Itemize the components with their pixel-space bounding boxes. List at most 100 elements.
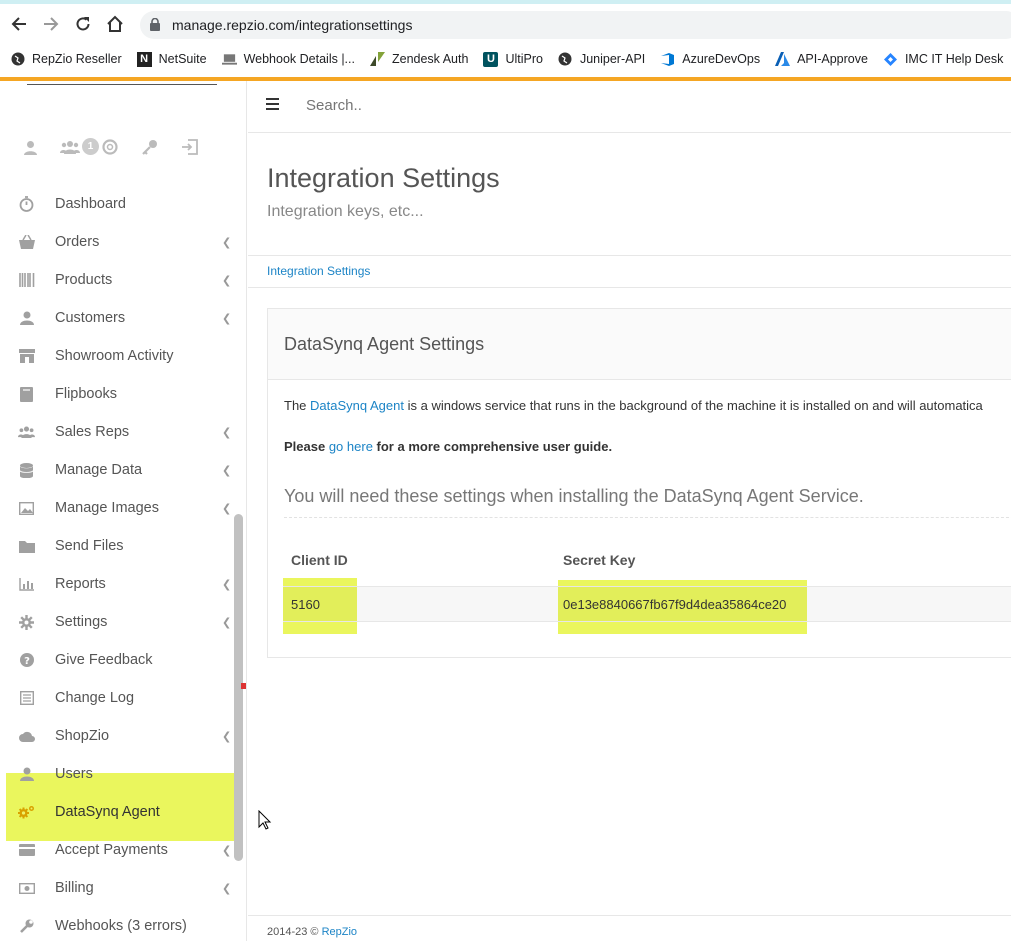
ultipro-icon: U [483,51,499,67]
wrench-icon [18,918,35,935]
reload-icon[interactable] [71,13,95,35]
sidebar-item-billing[interactable]: Billing ❮ [0,869,240,907]
sidebar-menu: Dashboard Orders ❮ Products ❮ Customers … [0,185,240,941]
store-icon [18,348,35,365]
sidebar-item-products[interactable]: Products ❮ [0,261,240,299]
client-id-value: 5160 [291,597,320,612]
database-icon [18,462,35,479]
money-icon [18,880,35,897]
bookmark-juniper-api[interactable]: Juniper-API [558,52,645,67]
chevron-left-icon: ❮ [222,312,232,325]
zendesk-icon [369,52,385,67]
chevron-left-icon: ❮ [222,616,232,629]
search-input[interactable] [306,97,606,114]
back-icon[interactable] [7,13,31,35]
bookmark-repzio-reseller[interactable]: RepZio Reseller [10,52,122,67]
gears-icon [18,804,35,821]
bookmark-zendesk-auth[interactable]: Zendesk Auth [369,52,468,67]
sidebar-item-showroom-activity[interactable]: Showroom Activity [0,337,240,375]
globe-icon [558,52,573,67]
azure-devops-icon [660,52,675,67]
lock-icon [150,18,160,31]
go-here-link[interactable]: go here [329,439,373,454]
divider [248,255,1011,256]
chevron-left-icon: ❮ [222,274,232,287]
sidebar-item-settings[interactable]: Settings ❮ [0,603,240,641]
globe-icon [10,52,25,67]
sidebar-item-dashboard[interactable]: Dashboard [0,185,240,223]
panel-header: DataSynq Agent Settings [268,309,1011,380]
hamburger-menu-icon[interactable] [266,98,279,110]
sidebar-item-sales-reps[interactable]: Sales Reps ❮ [0,413,240,451]
azure-icon [775,52,791,67]
column-header-client-id: Client ID [291,552,348,568]
footer: 2014-23 © RepZio [267,926,358,938]
chevron-left-icon: ❮ [222,730,232,743]
sidebar-item-manage-images[interactable]: Manage Images ❮ [0,489,240,527]
bookmark-netsuite[interactable]: N NetSuite [136,51,207,67]
page-header: Integration Settings Integration keys, e… [267,163,500,221]
divider [248,287,1011,288]
cloud-icon [18,728,35,745]
basket-icon [18,234,35,251]
logout-icon[interactable] [180,137,200,157]
sidebar-item-flipbooks[interactable]: Flipbooks [0,375,240,413]
sidebar-item-send-files[interactable]: Send Files [0,527,240,565]
breadcrumb[interactable]: Integration Settings [267,264,370,278]
bookmark-ultipro[interactable]: U UltiPro [483,51,543,67]
sidebar-item-manage-data[interactable]: Manage Data ❮ [0,451,240,489]
barcode-icon [18,272,35,289]
page-subtitle: Integration keys, etc... [267,203,424,220]
logo-underline [27,84,217,85]
notification-badge: 1 [82,138,99,155]
sidebar-item-datasynq-agent[interactable]: DataSynq Agent [0,793,240,831]
bookmark-azuredevops[interactable]: AzureDevOps [660,52,760,67]
image-icon [18,500,35,517]
sidebar-item-change-log[interactable]: Change Log [0,679,240,717]
sidebar-item-give-feedback[interactable]: ? Give Feedback [0,641,240,679]
forward-icon[interactable] [39,13,63,35]
top-navbar [248,81,1011,133]
secret-key-value: 0e13e8840667fb67f9d4dea35864ce20 [563,597,787,612]
bookmark-imc-it-help-desk[interactable]: IMC IT Help Desk [883,52,1003,67]
support-icon[interactable] [100,137,120,157]
divider [284,517,1011,518]
scroll-marker [241,683,246,689]
datasynq-agent-link[interactable]: DataSynq Agent [310,398,404,413]
sidebar-item-webhooks[interactable]: Webhooks (3 errors) [0,907,240,941]
mouse-cursor-icon [258,809,272,835]
team-icon[interactable] [60,137,80,157]
sidebar-item-shopzio[interactable]: ShopZio ❮ [0,717,240,755]
home-icon[interactable] [103,13,127,35]
user-icon [18,310,35,327]
key-icon[interactable] [140,137,160,157]
browser-toolbar: manage.repzio.com/integrationsettings [0,4,1011,42]
sidebar-item-users[interactable]: Users [0,755,240,793]
profile-icon[interactable] [20,137,40,157]
url-text: manage.repzio.com/integrationsettings [172,17,413,33]
chevron-left-icon: ❮ [222,464,232,477]
sidebar-item-orders[interactable]: Orders ❮ [0,223,240,261]
folder-icon [18,538,35,555]
chevron-left-icon: ❮ [222,844,232,857]
question-icon: ? [18,652,35,669]
user-icon [18,766,35,783]
sidebar: 1 Dashboard Orders ❮ Products ❮ Customer… [0,81,247,941]
laptop-icon [221,52,237,67]
sidebar-item-reports[interactable]: Reports ❮ [0,565,240,603]
chevron-left-icon: ❮ [222,578,232,591]
panel-title: DataSynq Agent Settings [284,334,485,354]
jira-icon [883,52,898,67]
book-icon [18,386,35,403]
bookmark-api-approve[interactable]: API-Approve [775,52,868,67]
credit-card-icon [18,842,35,859]
address-bar[interactable]: manage.repzio.com/integrationsettings [140,11,1011,39]
sidebar-item-customers[interactable]: Customers ❮ [0,299,240,337]
repzio-footer-link[interactable]: RepZio [322,926,357,938]
sidebar-item-accept-payments[interactable]: Accept Payments ❮ [0,831,240,869]
chevron-left-icon: ❮ [222,882,232,895]
netsuite-icon: N [136,51,152,67]
page-title: Integration Settings [267,163,500,193]
bookmark-webhook-details[interactable]: Webhook Details |... [221,52,355,67]
chevron-left-icon: ❮ [222,502,232,515]
